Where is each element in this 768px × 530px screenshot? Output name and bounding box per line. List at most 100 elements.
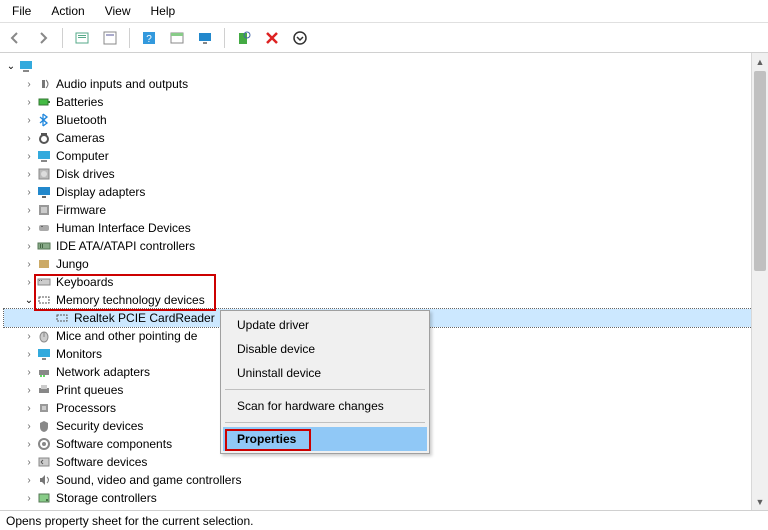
tree-item-label: Sound, video and game controllers: [56, 473, 241, 487]
ctx-uninstall-device[interactable]: Uninstall device: [223, 361, 427, 385]
tree-item-label: IDE ATA/ATAPI controllers: [56, 239, 195, 253]
expand-arrow-icon[interactable]: ›: [22, 331, 36, 342]
network-icon: [36, 364, 52, 380]
expand-arrow-icon[interactable]: ›: [22, 475, 36, 486]
tree-category[interactable]: › Batteries: [4, 93, 768, 111]
forward-button[interactable]: [32, 27, 54, 49]
audio-icon: [36, 76, 52, 92]
keyboard-icon: [36, 274, 52, 290]
tree-category[interactable]: › Cameras: [4, 129, 768, 147]
menu-file[interactable]: File: [4, 2, 39, 20]
expand-arrow-icon[interactable]: ›: [22, 277, 36, 288]
tree-category[interactable]: › Bluetooth: [4, 111, 768, 129]
expand-arrow-icon[interactable]: ›: [22, 115, 36, 126]
scroll-down-button[interactable]: ▼: [752, 493, 768, 510]
expand-arrow-icon[interactable]: ›: [22, 421, 36, 432]
computer-icon: [36, 148, 52, 164]
tree-category[interactable]: ›Jungo: [4, 255, 768, 273]
tree-category[interactable]: ›Human Interface Devices: [4, 219, 768, 237]
tree-category[interactable]: ›Disk drives: [4, 165, 768, 183]
expand-arrow-icon[interactable]: ›: [22, 403, 36, 414]
jungo-icon: [36, 256, 52, 272]
ctx-separator: [225, 389, 425, 390]
ctx-update-driver[interactable]: Update driver: [223, 313, 427, 337]
expand-arrow-icon[interactable]: ›: [22, 187, 36, 198]
tree-category[interactable]: › Software devices: [4, 453, 768, 471]
tree-item-label: Batteries: [56, 95, 103, 109]
expand-arrow-icon[interactable]: ›: [22, 151, 36, 162]
remove-button[interactable]: [261, 27, 283, 49]
swcomp-icon: [36, 436, 52, 452]
expand-arrow-icon[interactable]: ⌄: [22, 295, 36, 306]
expand-arrow-icon[interactable]: ›: [22, 223, 36, 234]
tree-item-label: System devices: [56, 509, 140, 510]
tree-category[interactable]: › Computer: [4, 147, 768, 165]
tree-category[interactable]: ›Storage controllers: [4, 489, 768, 507]
tree-category[interactable]: ›Keyboards: [4, 273, 768, 291]
back-button[interactable]: [4, 27, 26, 49]
tree-category[interactable]: ›Audio inputs and outputs: [4, 75, 768, 93]
ctx-properties[interactable]: Properties: [223, 427, 427, 451]
menu-action[interactable]: Action: [43, 2, 92, 20]
ctx-scan-hardware[interactable]: Scan for hardware changes: [223, 394, 427, 418]
expand-arrow-icon[interactable]: ›: [22, 493, 36, 504]
expand-arrow-icon[interactable]: ›: [22, 259, 36, 270]
properties-button[interactable]: [99, 27, 121, 49]
expand-arrow-icon[interactable]: ›: [22, 169, 36, 180]
expand-arrow-icon[interactable]: ›: [22, 367, 36, 378]
expand-arrow-icon[interactable]: ⌄: [4, 61, 18, 72]
main-pane: ⌄ ›Audio inputs and outputs › Batteries › Blu…: [0, 53, 768, 510]
tree-root[interactable]: ⌄: [4, 57, 768, 75]
scan-hardware-button[interactable]: [233, 27, 255, 49]
expand-arrow-icon[interactable]: ›: [22, 457, 36, 468]
status-bar: Opens property sheet for the current sel…: [0, 510, 768, 530]
tree-item-label: Firmware: [56, 203, 106, 217]
mouse-icon: [36, 328, 52, 344]
toolbar: ?: [0, 23, 768, 53]
hid-icon: [36, 220, 52, 236]
bluetooth-icon: [36, 112, 52, 128]
menu-view[interactable]: View: [97, 2, 139, 20]
tree-item-label: Mice and other pointing de: [56, 329, 197, 343]
tree-item-label: Network adapters: [56, 365, 150, 379]
tree-item-label: Computer: [56, 149, 109, 163]
tree-item-label: Software devices: [56, 455, 147, 469]
svg-text:?: ?: [146, 34, 152, 45]
tree-category[interactable]: › Sound, video and game controllers: [4, 471, 768, 489]
menubar: File Action View Help: [0, 0, 768, 23]
expand-arrow-icon[interactable]: ›: [22, 385, 36, 396]
processor-icon: [36, 400, 52, 416]
tree-item-label: Software components: [56, 437, 172, 451]
expand-arrow-icon[interactable]: ›: [22, 241, 36, 252]
monitor-button[interactable]: [194, 27, 216, 49]
tree-category[interactable]: › IDE ATA/ATAPI controllers: [4, 237, 768, 255]
ctx-separator: [225, 422, 425, 423]
tree-category[interactable]: › Firmware: [4, 201, 768, 219]
menu-help[interactable]: Help: [143, 2, 184, 20]
tree-item-label: Processors: [56, 401, 116, 415]
expand-arrow-icon[interactable]: ›: [22, 133, 36, 144]
expand-arrow-icon[interactable]: ›: [22, 349, 36, 360]
tree-item-label: Bluetooth: [56, 113, 107, 127]
expand-arrow-icon[interactable]: ›: [22, 205, 36, 216]
ctx-disable-device[interactable]: Disable device: [223, 337, 427, 361]
vertical-scrollbar[interactable]: ▲ ▼: [751, 53, 768, 510]
storage-icon: [36, 490, 52, 506]
tree-item-label: Cameras: [56, 131, 105, 145]
tree-category[interactable]: ›System devices: [4, 507, 768, 510]
tree-item-label: Display adapters: [56, 185, 145, 199]
firmware-icon: [36, 202, 52, 218]
scroll-thumb[interactable]: [754, 71, 766, 271]
tree-category[interactable]: › Display adapters: [4, 183, 768, 201]
circle-down-button[interactable]: [289, 27, 311, 49]
event-button[interactable]: [166, 27, 188, 49]
help-button[interactable]: ?: [138, 27, 160, 49]
disk-icon: [36, 166, 52, 182]
expand-arrow-icon[interactable]: ›: [22, 439, 36, 450]
scroll-up-button[interactable]: ▲: [752, 53, 768, 70]
expand-arrow-icon[interactable]: ›: [22, 97, 36, 108]
expand-arrow-icon[interactable]: ›: [22, 79, 36, 90]
show-hidden-button[interactable]: [71, 27, 93, 49]
battery-icon: [36, 94, 52, 110]
tree-category[interactable]: ⌄Memory technology devices: [4, 291, 768, 309]
